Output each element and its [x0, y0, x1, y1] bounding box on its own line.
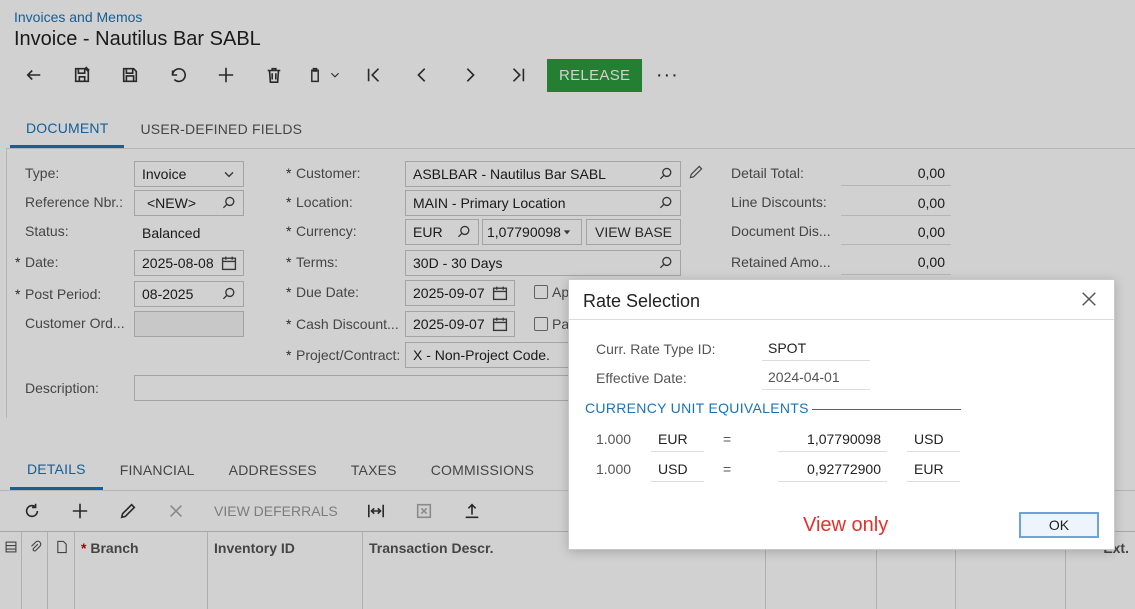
currency-unit-equivalents-header: CURRENCY UNIT EQUIVALENTS — [585, 400, 809, 416]
row2-from-currency: USD — [651, 456, 704, 482]
view-only-note: View only — [803, 514, 889, 536]
row1-to-currency: USD — [907, 426, 960, 452]
row2-equals: = — [723, 461, 732, 477]
ok-button[interactable]: OK — [1019, 512, 1099, 538]
rate-type-label: Curr. Rate Type ID: — [596, 341, 716, 357]
row1-quantity: 1.000 — [596, 431, 632, 447]
effective-date-label: Effective Date: — [596, 370, 687, 386]
row1-equals: = — [723, 431, 732, 447]
rate-type-value: SPOT — [762, 337, 870, 361]
dialog-title: Rate Selection — [583, 291, 701, 311]
row2-to-currency: EUR — [907, 456, 960, 482]
rate-selection-dialog: Rate Selection Curr. Rate Type ID: SPOT … — [568, 279, 1115, 550]
section-underline — [812, 409, 961, 410]
effective-date-value: 2024-04-01 — [762, 366, 870, 390]
row1-rate: 1,07790098 — [778, 426, 887, 452]
row2-rate: 0,92772900 — [778, 456, 887, 482]
row1-from-currency: EUR — [651, 426, 704, 452]
row2-quantity: 1.000 — [596, 461, 632, 477]
dialog-header-divider — [569, 319, 1114, 320]
dialog-close-button[interactable] — [1080, 290, 1100, 310]
close-icon — [1082, 292, 1096, 306]
